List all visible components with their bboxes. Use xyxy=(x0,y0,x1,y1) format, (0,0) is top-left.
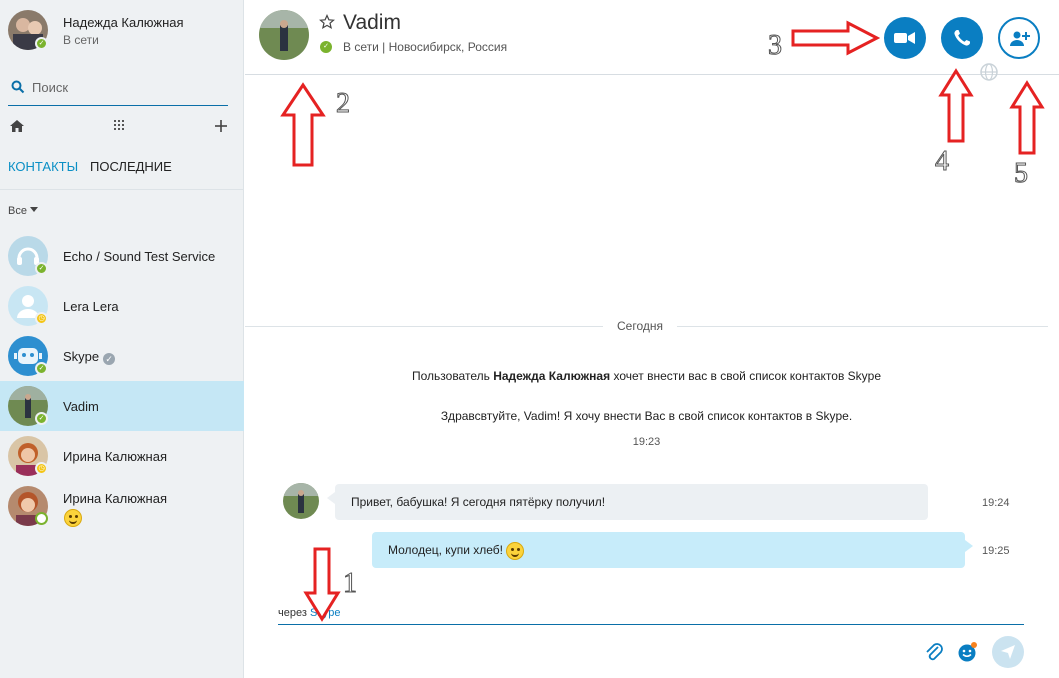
request-timestamp: 19:23 xyxy=(632,436,661,448)
emoticon-icon xyxy=(958,642,977,662)
message-text: Привет, бабушка! Я сегодня пятёрку получ… xyxy=(351,495,606,509)
away-status-icon: ◷ xyxy=(35,462,48,475)
emoticon-button[interactable] xyxy=(957,641,979,663)
online-status-icon: ✓ xyxy=(35,262,48,275)
audio-call-button[interactable] xyxy=(941,17,983,59)
conversation-title: Vadim xyxy=(343,11,401,34)
my-status: В сети xyxy=(63,33,99,47)
add-icon[interactable] xyxy=(212,117,230,135)
annotation-number: 5 xyxy=(1014,158,1029,190)
notice-prefix: Пользователь xyxy=(411,369,490,383)
contact-request-text: Здравсвтуйте, Vadim! Я хочу внести Вас в… xyxy=(440,409,853,423)
contact-name: Lera Lera xyxy=(63,299,119,314)
chevron-down-icon xyxy=(30,207,39,212)
contact-avatar-large[interactable] xyxy=(259,10,309,60)
online-status-icon: ✓ xyxy=(320,41,332,53)
filter-dropdown[interactable]: Все xyxy=(8,205,39,217)
filter-label: Все xyxy=(8,205,27,217)
incoming-message[interactable]: Привет, бабушка! Я сегодня пятёрку получ… xyxy=(327,484,928,520)
skype-window: ✓ Надежда Калюжная В сети КОНТАКТЫ ПОСЛЕ… xyxy=(0,0,1059,678)
message-time: 19:25 xyxy=(982,545,1010,557)
arrow-up-icon xyxy=(1009,80,1045,155)
my-profile[interactable]: ✓ Надежда Калюжная В сети xyxy=(8,10,238,54)
contact-item[interactable]: ✓ Echo / Sound Test Service xyxy=(0,231,244,281)
search-box xyxy=(8,72,228,106)
notice-suffix: хочет внести вас в свой список контактов… xyxy=(613,369,881,383)
search-icon xyxy=(11,80,25,94)
tabs-divider xyxy=(0,189,244,190)
annotation-number: 3 xyxy=(768,30,783,62)
arrow-up-icon xyxy=(280,82,326,167)
dialpad-icon[interactable] xyxy=(110,117,128,135)
day-label: Сегодня xyxy=(603,319,677,333)
contact-name: Vadim xyxy=(63,399,99,414)
verified-icon: ✓ xyxy=(103,353,116,365)
contact-item[interactable]: Ирина Калюжная xyxy=(0,481,244,537)
sidebar: ✓ Надежда Калюжная В сети КОНТАКТЫ ПОСЛЕ… xyxy=(0,0,244,678)
away-status-icon: ◷ xyxy=(35,312,48,325)
video-call-button[interactable] xyxy=(884,17,926,59)
arrow-right-icon xyxy=(791,20,880,56)
contact-item[interactable]: ✓ Skype ✓ xyxy=(0,331,244,381)
tab-recent[interactable]: ПОСЛЕДНИЕ xyxy=(90,159,172,174)
contact-request-notice: Пользователь Надежда Калюжная хочет внес… xyxy=(245,369,1048,383)
contact-item[interactable]: ◷ Lera Lera xyxy=(0,281,244,331)
send-icon xyxy=(1001,645,1015,659)
attach-icon[interactable] xyxy=(924,641,944,663)
search-input[interactable] xyxy=(32,76,222,98)
add-participants-button[interactable] xyxy=(998,17,1040,59)
notice-name: Надежда Калюжная xyxy=(493,369,611,383)
contact-name: Skype xyxy=(63,349,100,364)
send-button[interactable] xyxy=(992,636,1024,668)
message-text: Молодец, купи хлеб! xyxy=(388,543,503,557)
phone-icon xyxy=(954,30,970,46)
globe-icon[interactable] xyxy=(979,62,999,82)
smiley-icon xyxy=(506,541,525,560)
offline-status-icon xyxy=(35,512,48,525)
contact-name-row: Skype ✓ xyxy=(63,349,116,365)
contact-name: Ирина Калюжная xyxy=(63,491,167,506)
contact-name: Echo / Sound Test Service xyxy=(63,249,216,264)
home-icon[interactable] xyxy=(8,117,26,135)
annotation-number: 1 xyxy=(343,568,358,600)
annotation-number: 4 xyxy=(935,146,950,178)
add-person-icon xyxy=(1010,31,1030,46)
status-location-line: В сети | Новосибирск, Россия xyxy=(343,40,508,54)
compose-divider xyxy=(278,624,1024,625)
contact-item-selected[interactable]: ✓ Vadim xyxy=(0,381,244,431)
smiley-icon xyxy=(64,509,82,527)
arrow-down-icon xyxy=(303,547,341,622)
message-input[interactable] xyxy=(278,630,878,670)
video-camera-icon xyxy=(894,32,915,44)
my-name: Надежда Калюжная xyxy=(63,15,184,30)
online-status-icon: ✓ xyxy=(35,412,48,425)
tab-contacts[interactable]: КОНТАКТЫ xyxy=(8,159,78,174)
message-avatar[interactable] xyxy=(283,483,319,519)
contact-item[interactable]: ◷ Ирина Калюжная xyxy=(0,431,244,481)
conversation-header: Vadim ✓ В сети | Новосибирск, Россия xyxy=(245,0,1059,81)
annotation-number: 2 xyxy=(336,88,351,120)
my-status-dot: ✓ xyxy=(35,37,48,50)
outgoing-message[interactable]: Молодец, купи хлеб! xyxy=(372,532,973,568)
message-time: 19:24 xyxy=(982,497,1010,509)
star-icon[interactable] xyxy=(319,14,335,30)
contact-name: Ирина Калюжная xyxy=(63,449,167,464)
arrow-up-icon xyxy=(938,68,974,143)
online-status-icon: ✓ xyxy=(35,362,48,375)
